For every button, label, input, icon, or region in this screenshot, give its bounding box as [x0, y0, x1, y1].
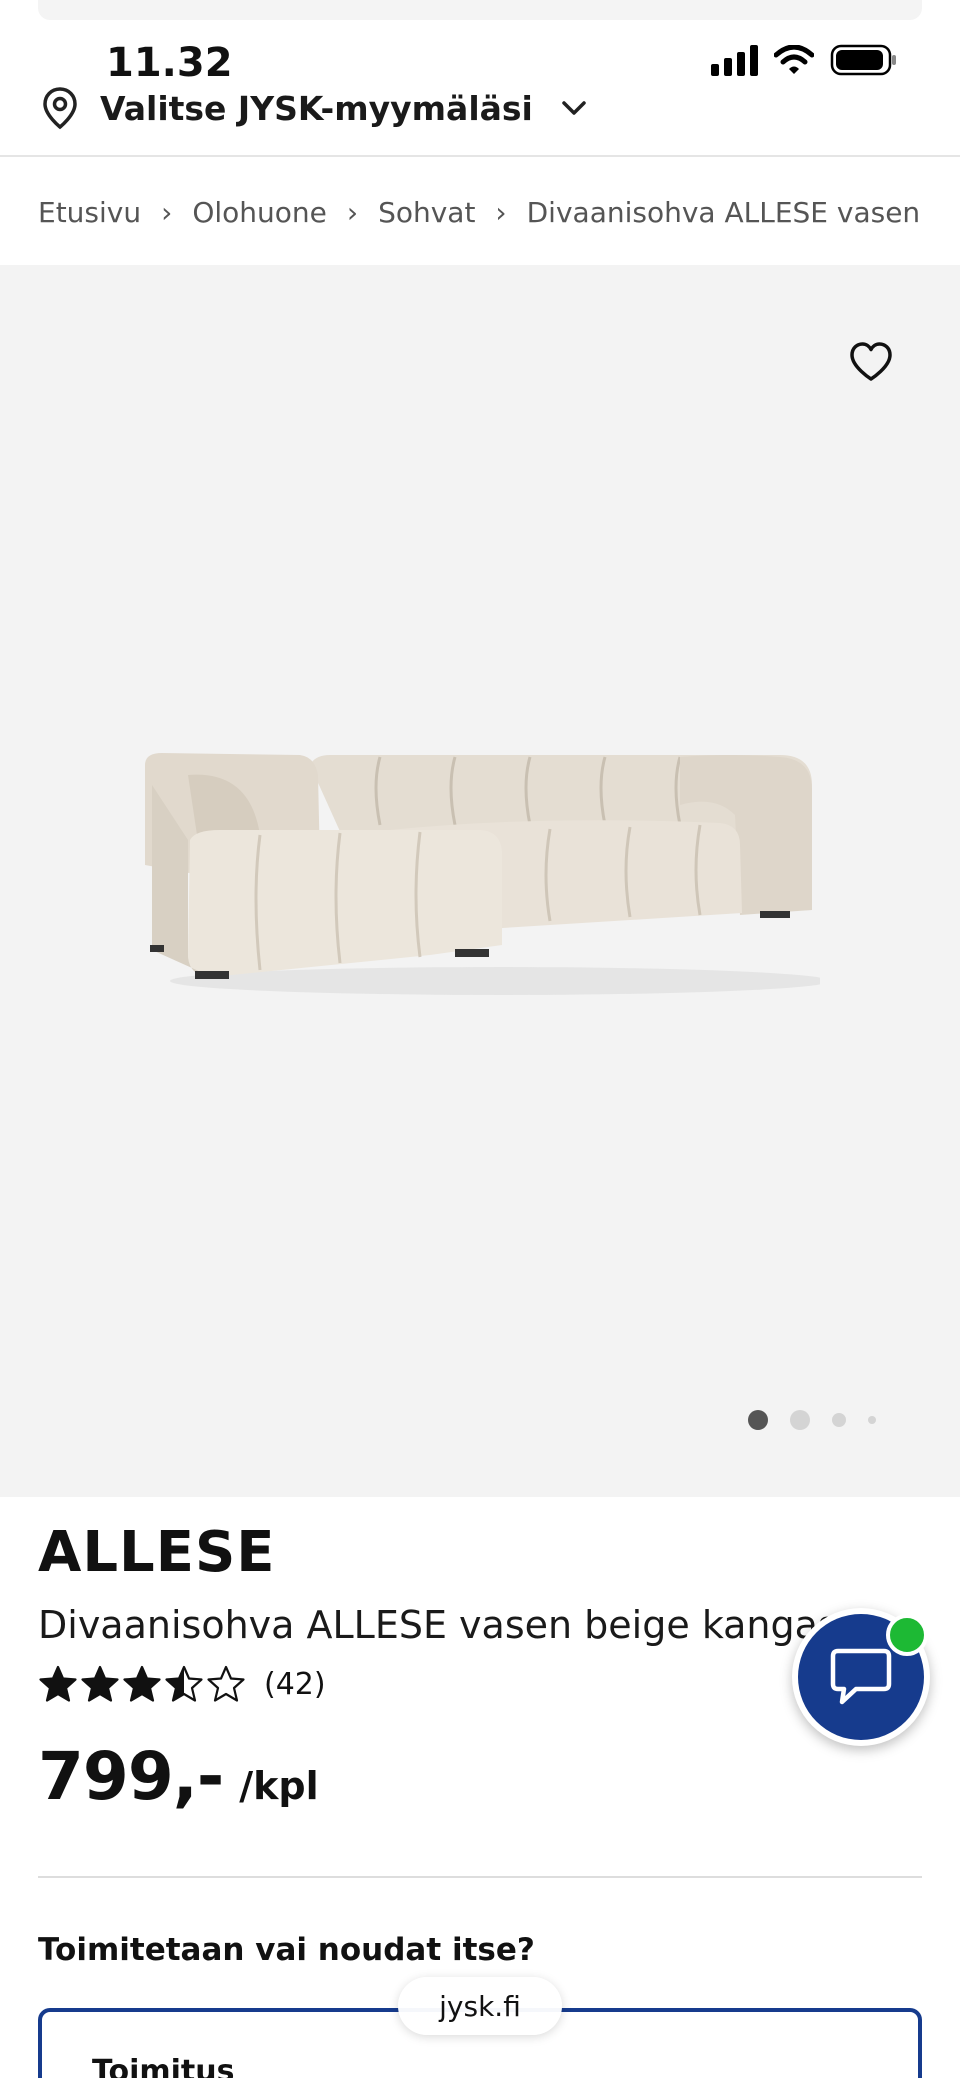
breadcrumb-item-home[interactable]: Etusivu [38, 196, 141, 229]
wifi-icon [774, 45, 814, 74]
heart-icon [850, 342, 892, 381]
review-count[interactable]: (42) [264, 1667, 326, 1702]
gallery-dot[interactable] [868, 1416, 876, 1424]
browser-url: jysk.fi [439, 1989, 521, 2023]
location-pin-icon [43, 87, 77, 130]
price-unit: /kpl [239, 1764, 319, 1808]
store-selector[interactable]: Valitse JYSK-myymäläsi [40, 80, 589, 136]
store-selector-label: Valitse JYSK-myymäläsi [100, 88, 533, 128]
product-page: 11.32 Valitse JYSK-myymäläsi Etusivu › O… [0, 0, 960, 2078]
price-row: 799,- /kpl [38, 1738, 319, 1815]
section-divider [38, 1876, 922, 1878]
gallery-dot-active[interactable] [748, 1410, 768, 1430]
star-icon [39, 1665, 77, 1702]
gallery-dot[interactable] [832, 1413, 846, 1427]
breadcrumb-separator: › [495, 195, 507, 229]
breadcrumb-separator: › [346, 195, 359, 229]
favorite-button[interactable] [846, 337, 896, 387]
breadcrumb: Etusivu › Olohuone › Sohvat › Divaanisoh… [38, 190, 922, 234]
rating-stars [38, 1664, 246, 1704]
battery-icon [830, 44, 896, 76]
product-name: Divaanisohva ALLESE vasen beige kangas [38, 1603, 838, 1647]
gallery-pagination [748, 1410, 876, 1430]
previous-card-edge [38, 0, 922, 20]
product-image-gallery[interactable] [0, 265, 960, 1497]
header-divider [0, 155, 960, 157]
chat-button[interactable] [792, 1608, 930, 1746]
breadcrumb-item-living-room[interactable]: Olohuone [192, 196, 327, 229]
product-image [145, 753, 820, 995]
star-icon [123, 1665, 161, 1702]
product-rating[interactable]: (42) [38, 1664, 326, 1704]
chevron-down-icon [562, 101, 586, 115]
chat-bubble-icon [830, 1648, 892, 1705]
online-status-dot [886, 1614, 928, 1656]
breadcrumb-item-sofas[interactable]: Sohvat [378, 196, 475, 229]
browser-url-pill[interactable]: jysk.fi [398, 1977, 562, 2035]
star-icon [81, 1665, 119, 1702]
signal-icon [711, 44, 758, 76]
product-price: 799,- [38, 1738, 224, 1815]
star-icon [207, 1665, 245, 1702]
star-icon [165, 1665, 203, 1702]
product-brand: ALLESE [38, 1520, 276, 1585]
delivery-option-label: Toimitus [92, 2054, 235, 2078]
gallery-dot[interactable] [790, 1410, 810, 1430]
breadcrumb-separator: › [161, 195, 173, 229]
breadcrumb-item-current: Divaanisohva ALLESE vasen b [526, 195, 922, 229]
delivery-question: Toimitetaan vai noudat itse? [38, 1932, 535, 1968]
status-icons [711, 44, 898, 76]
